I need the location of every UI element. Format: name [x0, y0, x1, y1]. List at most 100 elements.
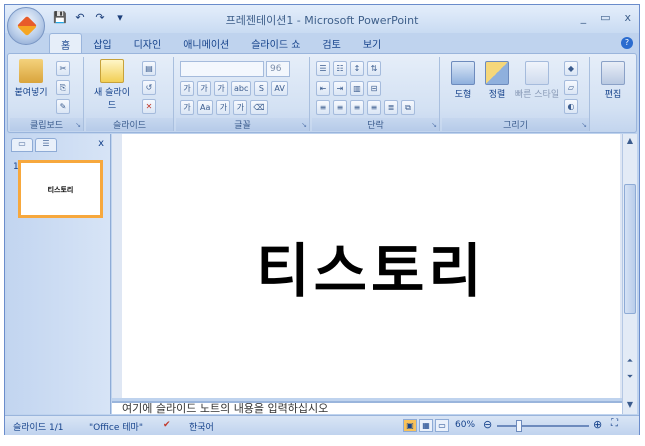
- change-case-icon[interactable]: Aa: [197, 100, 214, 115]
- slide-thumbnail[interactable]: 티스토리: [18, 160, 103, 218]
- layout-icon[interactable]: ▤: [142, 61, 156, 76]
- theme-status[interactable]: "Office 테마": [89, 420, 143, 433]
- shrink-font-icon[interactable]: 가: [233, 100, 248, 115]
- paste-icon: [19, 59, 43, 83]
- shape-outline-icon[interactable]: ▱: [564, 80, 578, 95]
- align-center-icon[interactable]: ≡: [333, 100, 347, 115]
- italic-icon[interactable]: 가: [197, 81, 211, 96]
- scroll-up-icon[interactable]: ▲: [623, 134, 637, 148]
- strikethrough-icon[interactable]: abc: [231, 81, 252, 96]
- drawing-launcher-icon[interactable]: ↘: [581, 121, 587, 129]
- copy-icon[interactable]: ⎘: [56, 80, 70, 95]
- zoom-level[interactable]: 60%: [455, 420, 475, 430]
- shape-fill-icon[interactable]: ◆: [564, 61, 578, 76]
- zoom-out-icon[interactable]: ⊖: [483, 418, 492, 431]
- delete-slide-icon[interactable]: ✕: [142, 99, 156, 114]
- zoom-in-icon[interactable]: ⊕: [593, 418, 602, 431]
- slide-count-status: 슬라이드 1/1: [13, 423, 64, 433]
- fit-to-window-icon[interactable]: ⛶: [611, 418, 618, 429]
- shadow-icon[interactable]: S: [254, 81, 269, 96]
- notes-pane[interactable]: 여기에 슬라이드 노트의 내용을 입력하십시오: [112, 401, 622, 414]
- tab-design[interactable]: 디자인: [123, 33, 173, 53]
- scroll-thumb[interactable]: [624, 184, 636, 314]
- scroll-next-slide-icon[interactable]: ⏷: [623, 370, 637, 384]
- shapes-button[interactable]: 도형: [446, 61, 480, 100]
- align-left-icon[interactable]: ≡: [316, 100, 330, 115]
- bullets-icon[interactable]: ☰: [316, 61, 330, 76]
- distributed-icon[interactable]: ≣: [384, 100, 398, 115]
- font-size-combo[interactable]: 96: [266, 61, 290, 77]
- paragraph-group-label: 단락: [312, 118, 439, 131]
- vertical-scrollbar[interactable]: ▲ ⏶ ⏷ ▼: [622, 134, 637, 414]
- slides-group: 새 슬라이드 ▤ ↺ ✕ 슬라이드: [86, 57, 174, 131]
- normal-view-icon[interactable]: ▣: [403, 419, 417, 432]
- bold-icon[interactable]: 가: [180, 81, 194, 96]
- paragraph-launcher-icon[interactable]: ↘: [431, 121, 437, 129]
- numbering-icon[interactable]: ☷: [333, 61, 347, 76]
- clipboard-launcher-icon[interactable]: ↘: [75, 121, 81, 129]
- cut-icon[interactable]: ✂: [56, 61, 70, 76]
- zoom-slider-thumb[interactable]: [516, 420, 522, 432]
- tab-insert[interactable]: 삽입: [82, 33, 122, 53]
- new-slide-icon: [100, 59, 124, 83]
- scroll-prev-slide-icon[interactable]: ⏶: [623, 354, 637, 368]
- close-button[interactable]: x: [624, 11, 631, 24]
- tab-home[interactable]: 홈: [49, 33, 83, 53]
- slide-thumbnail-text: 티스토리: [47, 186, 74, 194]
- slides-tab-icon[interactable]: ▭: [11, 138, 33, 152]
- reset-icon[interactable]: ↺: [142, 80, 156, 95]
- quick-styles-label: 빠른 스타일: [514, 90, 560, 100]
- new-slide-label: 새 슬라이드: [94, 88, 130, 111]
- minimize-button[interactable]: _: [581, 11, 587, 24]
- font-color-icon[interactable]: 가: [180, 100, 194, 115]
- drawing-group: 도형 정렬 빠른 스타일 ◆ ▱ ◐ 그리기 ↘: [442, 57, 590, 131]
- editing-label: 편집: [604, 90, 622, 100]
- spellcheck-icon[interactable]: ✔: [163, 420, 171, 430]
- quick-styles-button[interactable]: 빠른 스타일: [514, 61, 560, 100]
- align-text-icon[interactable]: ⊟: [367, 81, 381, 96]
- tab-animation[interactable]: 애니메이션: [172, 33, 240, 53]
- slide-sorter-icon[interactable]: ▦: [419, 419, 433, 432]
- clear-format-icon[interactable]: ⌫: [250, 100, 268, 115]
- arrange-icon: [485, 61, 509, 85]
- line-spacing-icon[interactable]: ↕: [350, 61, 364, 76]
- office-logo-icon: [16, 15, 38, 37]
- maximize-button[interactable]: ▭: [600, 11, 610, 24]
- arrange-label: 정렬: [488, 90, 506, 100]
- new-slide-button[interactable]: 새 슬라이드: [90, 59, 134, 111]
- slideshow-view-icon[interactable]: ▭: [435, 419, 449, 432]
- slide-canvas[interactable]: 티스토리: [122, 134, 620, 398]
- format-painter-icon[interactable]: ✎: [56, 99, 70, 114]
- editing-button[interactable]: 편집: [596, 61, 630, 100]
- increase-indent-icon[interactable]: ⇥: [333, 81, 347, 96]
- grow-font-icon[interactable]: 가: [216, 100, 231, 115]
- zoom-slider-track[interactable]: [497, 425, 589, 427]
- paste-button[interactable]: 붙여넣기: [12, 59, 50, 98]
- outline-tab-icon[interactable]: ☰: [35, 138, 57, 152]
- font-launcher-icon[interactable]: ↘: [301, 121, 307, 129]
- slides-panel: ▭ ☰ x 1 티스토리: [7, 134, 111, 414]
- shape-effects-icon[interactable]: ◐: [564, 99, 578, 114]
- smartart-icon[interactable]: ⧉: [401, 100, 415, 115]
- help-icon[interactable]: ?: [621, 37, 633, 49]
- tab-view[interactable]: 보기: [352, 33, 392, 53]
- slide-title-text[interactable]: 티스토리: [122, 224, 620, 308]
- font-group-label: 글꼴: [176, 118, 309, 131]
- columns-icon[interactable]: ▥: [350, 81, 364, 96]
- shapes-label: 도형: [454, 90, 472, 100]
- status-bar: 슬라이드 1/1 "Office 테마" ✔ 한국어 ▣ ▦ ▭ 60% ⊖ ⊕…: [5, 415, 639, 435]
- panel-close-button[interactable]: x: [98, 138, 104, 149]
- decrease-indent-icon[interactable]: ⇤: [316, 81, 330, 96]
- office-button[interactable]: [7, 7, 45, 45]
- spacing-icon[interactable]: AV: [271, 81, 288, 96]
- tab-review[interactable]: 검토: [311, 33, 351, 53]
- underline-icon[interactable]: 가: [214, 81, 228, 96]
- arrange-button[interactable]: 정렬: [480, 61, 514, 100]
- scroll-down-icon[interactable]: ▼: [623, 398, 637, 412]
- language-status[interactable]: 한국어: [189, 420, 214, 433]
- text-direction-icon[interactable]: ⇅: [367, 61, 381, 76]
- tab-slideshow[interactable]: 슬라이드 쇼: [240, 33, 311, 53]
- justify-icon[interactable]: ≡: [367, 100, 381, 115]
- font-name-combo[interactable]: [180, 61, 264, 77]
- align-right-icon[interactable]: ≡: [350, 100, 364, 115]
